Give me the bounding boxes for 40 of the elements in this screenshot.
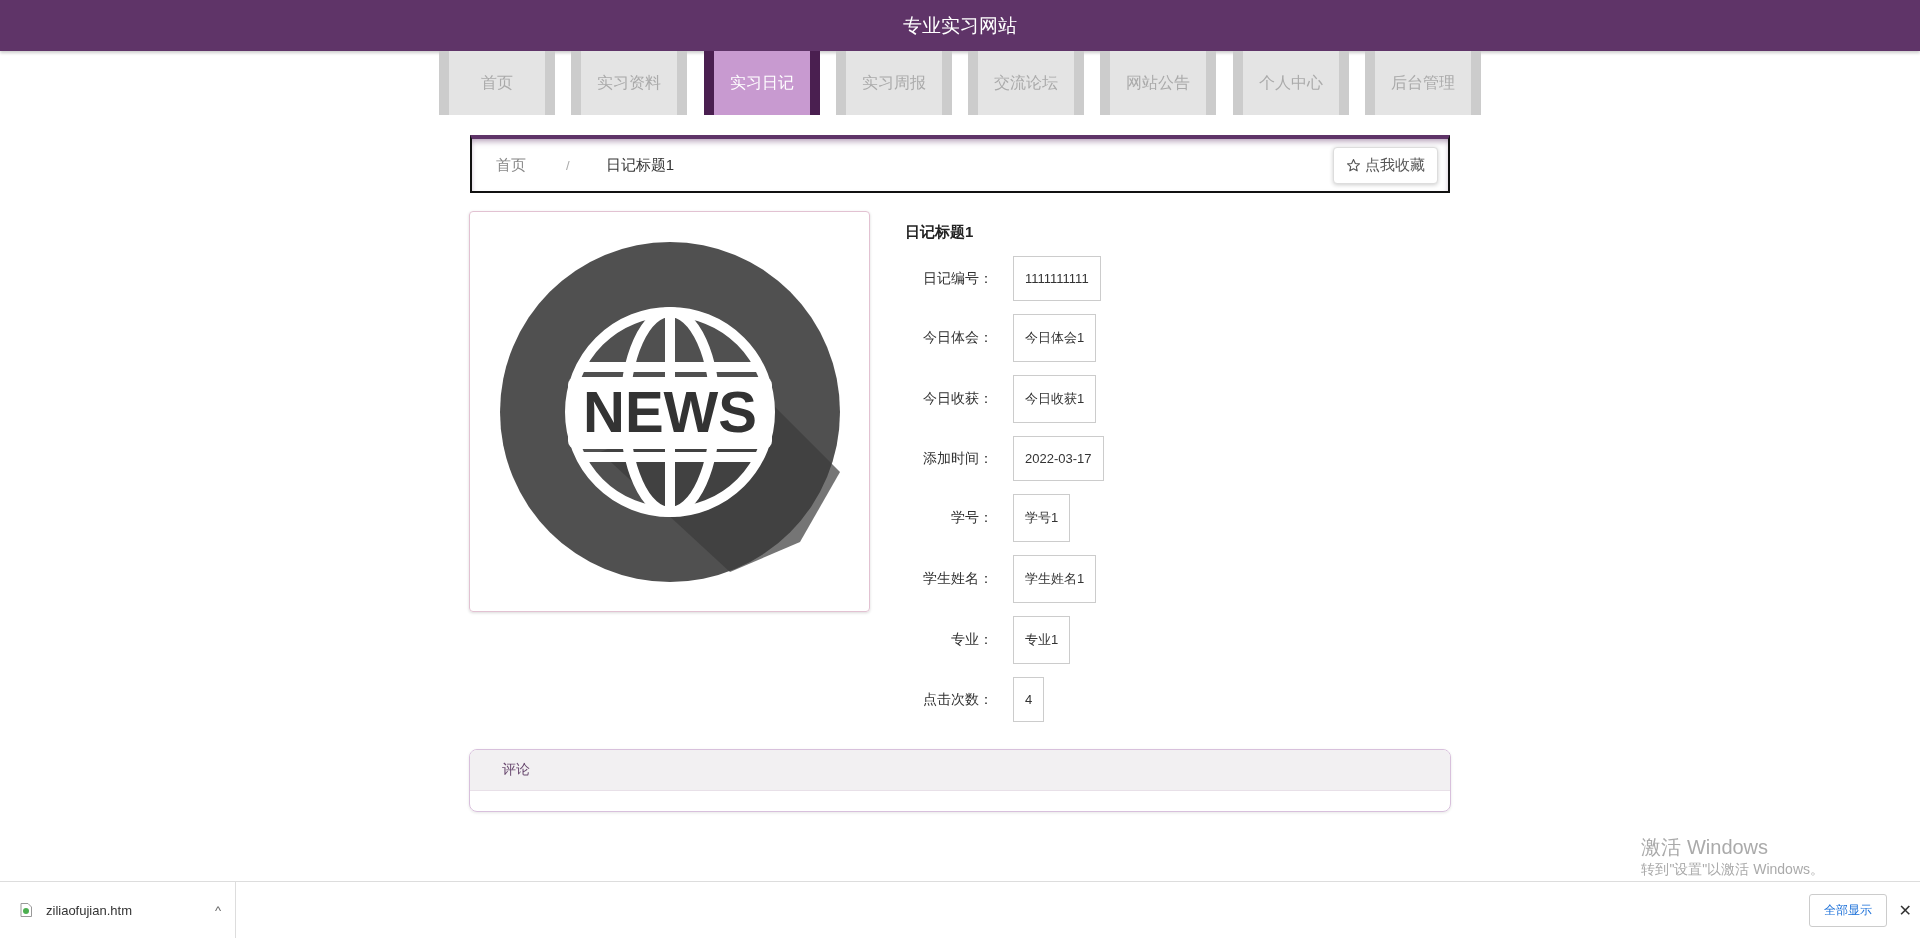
field-value: 2022-03-17: [1013, 436, 1104, 481]
star-icon: [1346, 157, 1361, 173]
field-value: 今日收获1: [1013, 375, 1097, 423]
field-value: 学号1: [1013, 494, 1071, 542]
breadcrumb-current: 日记标题1: [605, 155, 675, 175]
field-value: 4: [1013, 677, 1045, 722]
activation-title: 激活 Windows: [1641, 835, 1770, 860]
field-label: 学生姓名：: [922, 570, 993, 588]
breadcrumb-link[interactable]: 首页: [496, 155, 526, 175]
field-value: 1111111111: [1013, 256, 1101, 301]
field-value: 专业1: [1013, 616, 1071, 664]
nav-tab[interactable]: 交流论坛: [968, 51, 1085, 115]
nav-tab[interactable]: 实习周报: [835, 51, 952, 115]
nav-tab[interactable]: 网站公告: [1100, 51, 1217, 115]
nav-tab[interactable]: 后台管理: [1364, 51, 1481, 115]
breadcrumb-separator: /: [566, 157, 570, 173]
favorite-button[interactable]: 点我收藏: [1333, 146, 1438, 184]
activation-subtitle: 转到"设置"以激活 Windows。: [1641, 861, 1824, 879]
field-value: 今日体会1: [1013, 314, 1097, 362]
site-title: 专业实习网站: [903, 13, 1017, 38]
field-label: 日记编号：: [922, 269, 993, 288]
field-label: 今日收获：: [922, 390, 993, 408]
diary-title: 日记标题1: [905, 223, 975, 242]
field-value: 学生姓名1: [1013, 555, 1097, 603]
nav-tab[interactable]: 个人中心: [1232, 51, 1349, 115]
show-all-button[interactable]: 全部显示: [1808, 893, 1887, 927]
field-label: 专业：: [950, 631, 993, 649]
field-label: 学号：: [950, 509, 993, 527]
nav-tab[interactable]: 实习资料: [571, 51, 688, 115]
field-label: 添加时间：: [922, 449, 993, 468]
file-icon: [20, 903, 32, 917]
close-button[interactable]: ✕: [1898, 900, 1912, 920]
field-label: 点击次数：: [922, 690, 993, 709]
comments-title: 评论: [502, 761, 530, 779]
download-filename[interactable]: ziliaofujian.htm: [46, 902, 201, 918]
field-label: 今日体会：: [922, 329, 993, 347]
nav-tab[interactable]: 实习日记: [703, 51, 820, 115]
caret-icon[interactable]: ^: [214, 902, 221, 918]
nav-tab[interactable]: 首页: [439, 51, 555, 115]
news-logo: NEWS: [499, 241, 840, 582]
